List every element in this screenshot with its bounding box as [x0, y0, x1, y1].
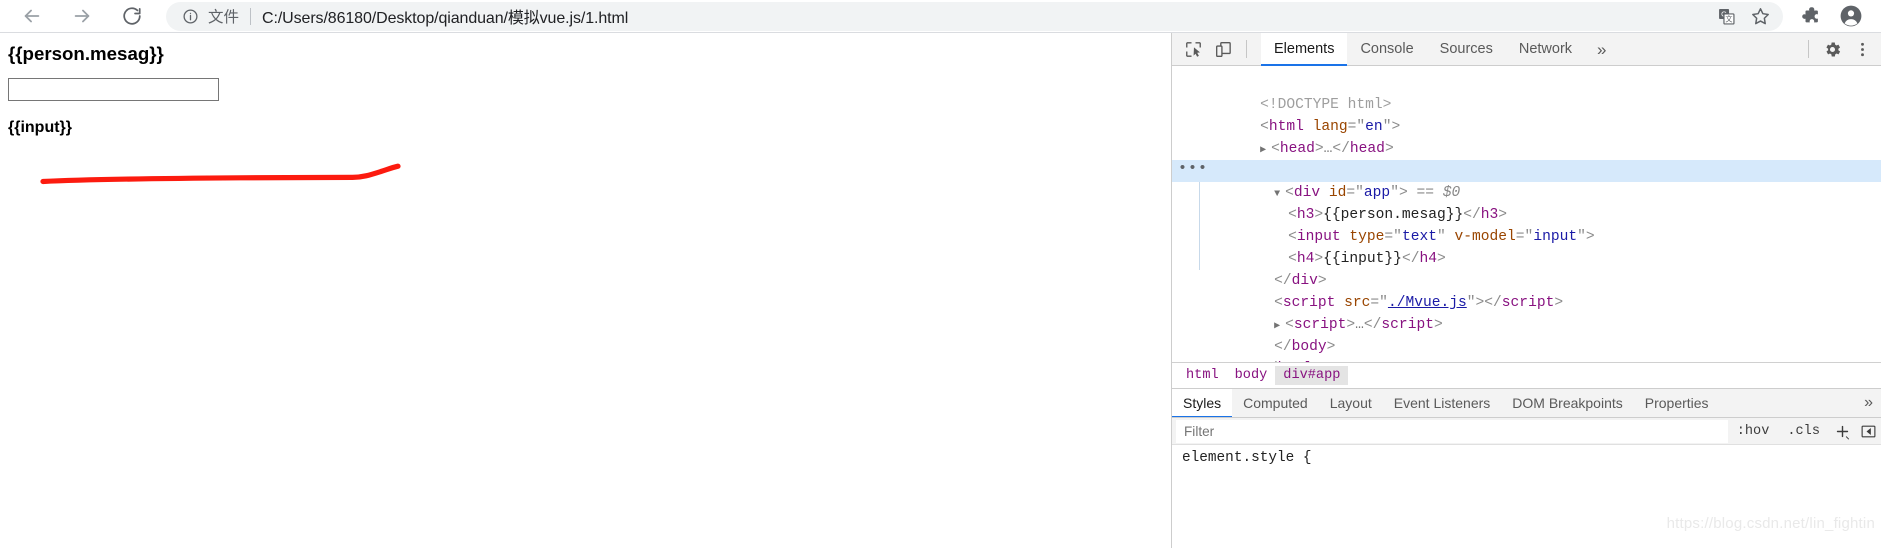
arrow-left-icon	[21, 5, 43, 27]
panel-toggle-icon[interactable]	[1855, 419, 1881, 443]
page-heading-input: {{input}}	[8, 119, 72, 136]
styles-filter-input[interactable]	[1176, 419, 1728, 443]
info-circle-icon[interactable]	[182, 8, 199, 25]
devtools-tab-bar: Elements Console Sources Network »	[1261, 33, 1800, 66]
tab-layout[interactable]: Layout	[1319, 389, 1383, 417]
styles-content[interactable]: element.style {	[1172, 445, 1881, 548]
styles-tab-bar: Styles Computed Layout Event Listeners D…	[1172, 388, 1881, 418]
hov-toggle-button[interactable]: :hov	[1728, 424, 1779, 439]
tabs-overflow-chevron-icon[interactable]: »	[1585, 33, 1618, 66]
breadcrumb-item-html[interactable]: html	[1178, 366, 1227, 385]
devtools-toolbar: Elements Console Sources Network »	[1172, 33, 1881, 66]
tab-console[interactable]: Console	[1347, 33, 1426, 66]
kebab-menu-icon[interactable]	[1847, 35, 1877, 63]
dom-row[interactable]: ▶ <head>…</head>	[1172, 116, 1881, 157]
tab-computed[interactable]: Computed	[1232, 389, 1319, 417]
dom-row[interactable]: <input type="text" v-model="input">	[1172, 204, 1881, 245]
star-icon[interactable]	[1743, 2, 1777, 30]
dom-tag-html-close: html	[1278, 361, 1313, 362]
device-toolbar-icon[interactable]	[1208, 35, 1238, 63]
translate-icon[interactable]: G 文	[1709, 2, 1743, 30]
tab-sources[interactable]: Sources	[1427, 33, 1506, 66]
page-text-input[interactable]	[8, 78, 219, 101]
tab-properties[interactable]: Properties	[1634, 389, 1720, 417]
dom-row[interactable]: <!DOCTYPE html>	[1172, 72, 1881, 113]
address-divider	[250, 7, 252, 25]
tab-elements[interactable]: Elements	[1261, 33, 1348, 66]
svg-text:文: 文	[1725, 14, 1732, 23]
element-style-rule: element.style {	[1182, 450, 1312, 466]
back-button[interactable]	[12, 1, 52, 31]
breadcrumb: html body div#app	[1172, 362, 1881, 388]
dom-row-selected[interactable]: ••• ▼ <div id="app"> == $0	[1172, 158, 1881, 201]
address-bar[interactable]: 文件 C:/Users/86180/Desktop/qianduan/模拟vue…	[166, 1, 1783, 31]
dom-row[interactable]: </div>	[1172, 248, 1881, 289]
dom-row[interactable]: ▼<body>	[1172, 138, 1881, 179]
page-heading-person: {{person.mesag}}	[8, 43, 164, 64]
extensions-icon[interactable]	[1791, 1, 1831, 31]
devtools-toolbar-separator	[1246, 40, 1247, 58]
dom-tree[interactable]: <!DOCTYPE html> <html lang="en"> ▶ <head>…	[1172, 66, 1881, 362]
forward-button[interactable]	[62, 1, 102, 31]
styles-tabs-overflow-chevron-icon[interactable]: »	[1856, 389, 1881, 417]
dom-row[interactable]: </body>	[1172, 314, 1881, 355]
tab-network[interactable]: Network	[1506, 33, 1585, 66]
inspect-element-icon[interactable]	[1178, 35, 1208, 63]
dom-row[interactable]: <h4>{{input}}</h4>	[1172, 226, 1881, 267]
reload-icon	[121, 5, 143, 27]
profile-avatar-icon[interactable]	[1831, 1, 1871, 31]
dom-row[interactable]: <script src="./Mvue.js"></script>	[1172, 270, 1881, 311]
gear-icon[interactable]	[1817, 35, 1847, 63]
address-bar-actions: G 文	[1709, 2, 1777, 30]
plus-icon[interactable]	[1829, 419, 1855, 443]
cls-toggle-button[interactable]: .cls	[1778, 424, 1829, 439]
dom-row[interactable]: <html lang="en">	[1172, 94, 1881, 135]
tab-styles[interactable]: Styles	[1172, 389, 1233, 417]
tab-event-listeners[interactable]: Event Listeners	[1383, 389, 1502, 417]
browser-toolbar: 文件 C:/Users/86180/Desktop/qianduan/模拟vue…	[0, 0, 1881, 33]
breadcrumb-item-body[interactable]: body	[1227, 366, 1276, 385]
red-underline-annotation	[40, 163, 401, 185]
styles-filter-row: :hov .cls	[1172, 418, 1881, 445]
screenshot-root: 文件 C:/Users/86180/Desktop/qianduan/模拟vue…	[0, 0, 1881, 548]
page-viewport: {{person.mesag}} {{input}}	[0, 33, 1171, 548]
more-options-dots-icon[interactable]: •••	[1178, 158, 1208, 180]
devtools-panel: Elements Console Sources Network » <!DOC…	[1171, 33, 1881, 548]
address-scheme-label: 文件	[208, 9, 240, 26]
breadcrumb-item-div-app[interactable]: div#app	[1275, 366, 1349, 385]
devtools-toolbar-actions	[1817, 35, 1877, 63]
browser-toolbar-actions	[1791, 1, 1871, 31]
reload-button[interactable]	[112, 1, 152, 31]
arrow-right-icon	[71, 5, 93, 27]
devtools-toolbar-separator-right	[1808, 40, 1809, 58]
dom-row[interactable]: </html>	[1172, 336, 1881, 362]
dom-row[interactable]: <h3>{{person.mesag}}</h3>	[1172, 182, 1881, 223]
dom-row[interactable]: ▶ <script>…</script>	[1172, 292, 1881, 333]
tab-dom-breakpoints[interactable]: DOM Breakpoints	[1501, 389, 1633, 417]
address-url-text[interactable]: C:/Users/86180/Desktop/qianduan/模拟vue.js…	[262, 4, 1709, 28]
